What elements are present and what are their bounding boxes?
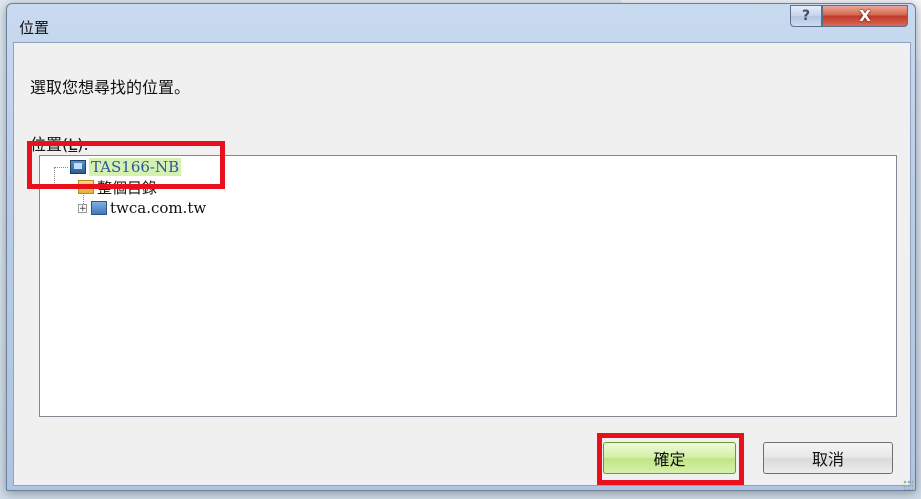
tree-item-entire-directory[interactable]: 整個目錄 (78, 177, 157, 197)
instruction-text: 選取您想尋找的位置。 (30, 78, 191, 97)
title-bar[interactable]: 位置 ? X (7, 4, 915, 42)
ok-button-label: 確定 (653, 450, 686, 469)
tree-connector (54, 167, 55, 187)
folder-icon (78, 180, 94, 194)
domain-icon (91, 201, 107, 215)
location-tree[interactable]: TAS166-NB 整個目錄 + twca.com.tw (39, 155, 897, 417)
computer-icon (70, 160, 86, 174)
close-icon: X (859, 7, 871, 25)
location-dialog: 位置 ? X 選取您想尋找的位置。 位置(L): TAS166-NB 整個目錄 (6, 3, 916, 491)
tree-connector (54, 167, 68, 168)
cancel-button-label: 取消 (811, 450, 844, 469)
tree-item-label: twca.com.tw (110, 199, 207, 217)
tree-item-computer[interactable]: TAS166-NB (70, 157, 182, 177)
tree-item-label: 整個目錄 (97, 178, 158, 197)
cancel-button[interactable]: 取消 (763, 442, 893, 474)
location-label-end: ): (77, 135, 89, 154)
location-label: 位置(L): (30, 131, 89, 155)
expand-icon[interactable]: + (78, 203, 87, 213)
tree-item-label: TAS166-NB (89, 158, 182, 176)
dialog-client-area: 選取您想尋找的位置。 位置(L): TAS166-NB 整個目錄 + twca.… (13, 42, 911, 486)
tree-item-domain[interactable]: + twca.com.tw (78, 198, 206, 218)
help-icon: ? (801, 8, 811, 24)
location-label-hotkey: L (68, 135, 78, 154)
help-button[interactable]: ? (790, 5, 822, 27)
location-label-text: 位置( (30, 135, 69, 154)
close-button[interactable]: X (822, 5, 908, 27)
ok-button[interactable]: 確定 (603, 442, 736, 474)
resize-grip[interactable] (903, 480, 913, 490)
dialog-title: 位置 (19, 19, 50, 37)
